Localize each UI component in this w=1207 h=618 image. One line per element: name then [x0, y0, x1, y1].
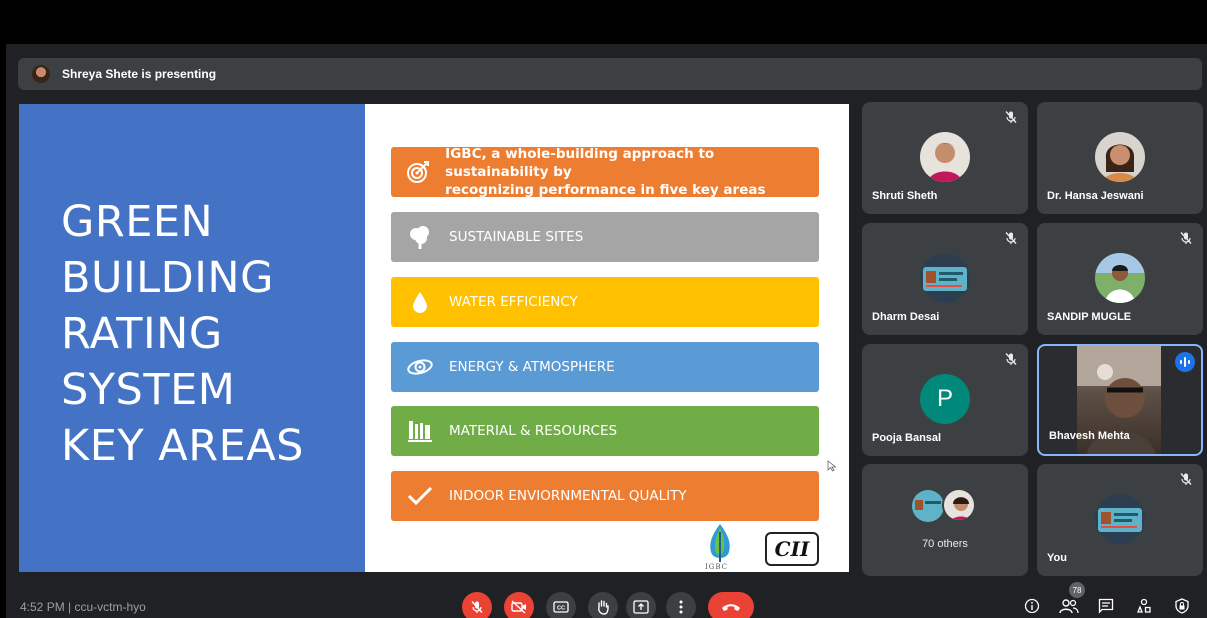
participant-name: Bhavesh Mehta	[1049, 430, 1130, 442]
slide-bar-text-line: recognizing performance in five key area…	[445, 182, 766, 198]
chat-icon	[1098, 598, 1114, 614]
slide-bar-label: MATERIAL & RESOURCES	[449, 423, 618, 439]
leave-call-button[interactable]	[708, 592, 754, 618]
presenting-banner: Shreya Shete is presenting	[18, 58, 1202, 90]
meeting-time-code: 4:52 PM | ccu-vctm-hyo	[20, 600, 146, 614]
activities-icon	[1137, 598, 1151, 613]
igbc-logo-text: IGBC	[705, 563, 728, 571]
target-icon	[391, 160, 445, 184]
avatar	[920, 132, 970, 182]
svg-text:CC: CC	[557, 606, 565, 612]
meet-window: Shreya Shete is presenting GREEN BUILDIN…	[6, 44, 1207, 618]
slide-title: GREEN BUILDING RATING SYSTEM KEY AREAS	[61, 194, 304, 474]
slide-title-line: SYSTEM	[61, 365, 236, 415]
participant-tile[interactable]: Dharm Desai	[862, 223, 1028, 335]
avatar	[1095, 253, 1145, 303]
participant-tile-active-speaker[interactable]: Bhavesh Mehta	[1037, 344, 1203, 456]
camera-toggle-button[interactable]	[504, 592, 534, 618]
slide-bar-energy-atmosphere: ENERGY & ATMOSPHERE	[391, 342, 819, 392]
participant-name: Dr. Hansa Jeswani	[1047, 190, 1144, 202]
avatar: P	[920, 374, 970, 424]
participant-name: You	[1047, 552, 1067, 564]
meeting-details-button[interactable]	[1020, 594, 1044, 618]
more-vert-icon	[679, 600, 683, 614]
shield-lock-icon	[1175, 598, 1189, 614]
slide-bar-indoor-quality: INDOOR ENVIORNMENTAL QUALITY	[391, 471, 819, 521]
presenter-avatar	[32, 65, 50, 83]
avatar	[942, 488, 976, 522]
avatar	[920, 253, 970, 303]
present-now-button[interactable]	[626, 592, 656, 618]
slide-title-panel: GREEN BUILDING RATING SYSTEM KEY AREAS	[19, 104, 365, 572]
speaking-indicator-icon	[1175, 352, 1195, 372]
mic-toggle-button[interactable]	[462, 592, 492, 618]
slide-bar-label: WATER EFFICIENCY	[449, 294, 578, 310]
others-tile[interactable]: 70 others	[862, 464, 1028, 576]
end-call-icon	[722, 604, 740, 611]
mouse-cursor-icon	[827, 460, 837, 472]
mic-off-icon	[1005, 111, 1017, 123]
shared-slide: GREEN BUILDING RATING SYSTEM KEY AREAS I…	[19, 104, 849, 572]
mic-off-icon	[1005, 353, 1017, 365]
others-count-label: 70 others	[922, 538, 968, 550]
library-icon	[391, 420, 449, 442]
slide-title-line: GREEN	[61, 197, 214, 247]
avatar	[1095, 132, 1145, 182]
hand-icon	[598, 600, 609, 615]
slide-bar-sustainable-sites: SUSTAINABLE SITES	[391, 212, 819, 262]
slide-bar-intro: IGBC, a whole-building approach to susta…	[391, 146, 819, 198]
info-icon	[1024, 598, 1040, 614]
slide-title-line: RATING	[61, 309, 223, 359]
participant-tile-self[interactable]: You	[1037, 464, 1203, 576]
slide-bar-water-efficiency: WATER EFFICIENCY	[391, 277, 819, 327]
avatar	[912, 490, 944, 522]
top-letterbox	[0, 0, 1207, 44]
cii-logo: CII	[765, 532, 819, 566]
slide-bar-label: SUSTAINABLE SITES	[449, 229, 584, 245]
participant-name: Pooja Bansal	[872, 432, 942, 444]
participant-name: Shruti Sheth	[872, 190, 938, 202]
checkmark-icon	[391, 486, 449, 506]
participant-name: Dharm Desai	[872, 311, 940, 323]
captions-button[interactable]: CC	[546, 592, 576, 618]
slide-title-line: KEY AREAS	[61, 421, 304, 471]
slide-bar-label: ENERGY & ATMOSPHERE	[449, 359, 615, 375]
people-icon	[1059, 599, 1079, 614]
tree-icon	[391, 224, 449, 250]
present-screen-icon	[633, 600, 649, 614]
participant-count-badge: 78	[1069, 582, 1085, 598]
participant-tile[interactable]: P Pooja Bansal	[862, 344, 1028, 456]
camera-off-icon	[511, 600, 526, 614]
slide-title-line: BUILDING	[61, 253, 274, 303]
avatar	[1095, 494, 1145, 544]
water-drop-icon	[391, 291, 449, 313]
activities-button[interactable]	[1132, 594, 1156, 618]
presenting-label: Shreya Shete is presenting	[62, 67, 217, 81]
raise-hand-button[interactable]	[588, 592, 618, 618]
more-options-button[interactable]	[666, 592, 696, 618]
chat-button[interactable]	[1094, 594, 1118, 618]
slide-bar-material-resources: MATERIAL & RESOURCES	[391, 406, 819, 456]
slide-bar-label: INDOOR ENVIORNMENTAL QUALITY	[449, 488, 687, 504]
closed-captions-icon: CC	[553, 601, 569, 613]
mic-off-icon	[1005, 232, 1017, 244]
participant-tile[interactable]: SANDIP MUGLE	[1037, 223, 1203, 335]
eye-orbit-icon	[391, 357, 449, 377]
mic-off-icon	[1180, 232, 1192, 244]
mic-off-icon	[471, 601, 483, 613]
participant-tile[interactable]: Dr. Hansa Jeswani	[1037, 102, 1203, 214]
mic-off-icon	[1180, 473, 1192, 485]
participant-tile[interactable]: Shruti Sheth	[862, 102, 1028, 214]
participant-name: SANDIP MUGLE	[1047, 311, 1132, 323]
slide-bar-text-line: IGBC, a whole-building approach to susta…	[445, 146, 715, 180]
host-controls-button[interactable]	[1170, 594, 1194, 618]
